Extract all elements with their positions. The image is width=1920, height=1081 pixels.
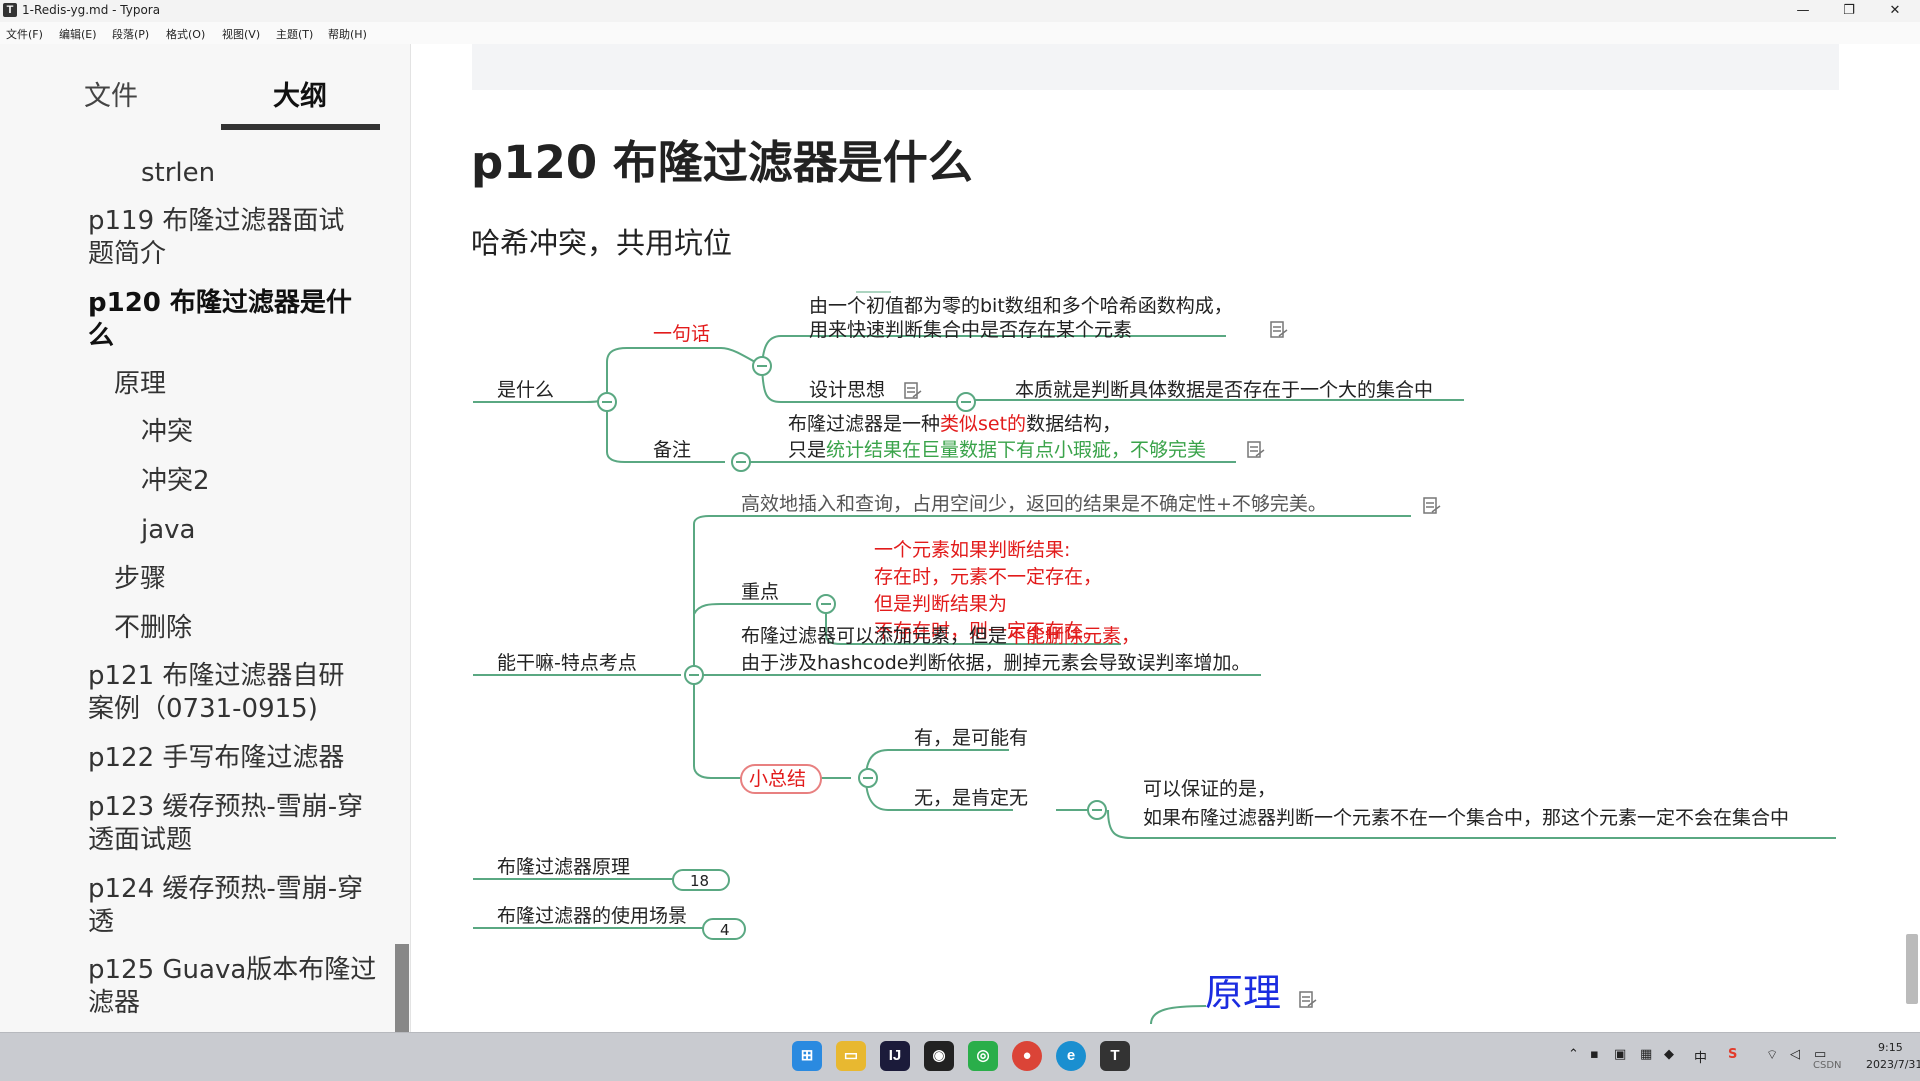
outline-item-p120[interactable]: p120 布隆过滤器是什么: [88, 287, 358, 353]
node-note-line2: 只是统计结果在巨量数据下有点小瑕疵，不够完美: [788, 439, 1206, 461]
node-what-is: 是什么: [497, 379, 554, 401]
node-add-line1: 布隆过滤器可以添加元素，但是不能删除元素，: [741, 625, 1140, 647]
title-bar: T 1-Redis-yg.md - Typora — ❐ ✕: [0, 0, 1920, 23]
outline-item-strlen[interactable]: strlen: [141, 157, 215, 190]
outline-item-p119[interactable]: p119 布隆过滤器面试题简介: [88, 205, 358, 271]
node-summary: 小总结: [749, 768, 806, 790]
node-scenarios-count: 4: [720, 921, 730, 939]
node-design-text: 本质就是判断具体数据是否存在于一个大的集合中: [1015, 379, 1433, 401]
ime-indicator[interactable]: 中: [1694, 1047, 1707, 1066]
chrome-icon[interactable]: ●: [1012, 1041, 1042, 1071]
node-features: 能干嘛-特点考点: [497, 652, 637, 674]
node-key-line2: 存在时，元素不一定存在，: [874, 566, 1102, 588]
menu-edit[interactable]: 编辑(E): [59, 26, 97, 42]
tab-outline[interactable]: 大纲: [273, 74, 327, 113]
menu-view[interactable]: 视图(V): [222, 26, 260, 42]
node-scenarios: 布隆过滤器的使用场景: [497, 905, 687, 927]
active-tab-indicator: [221, 124, 380, 130]
node-key-line3: 但是判断结果为: [874, 593, 1007, 615]
note-icon: [1423, 497, 1441, 514]
file-explorer-icon[interactable]: ▭: [836, 1041, 866, 1071]
menu-format[interactable]: 格式(O): [166, 26, 205, 42]
typora-app-icon: T: [3, 3, 17, 17]
outline-item-conflict2[interactable]: 冲突2: [141, 465, 210, 498]
outline-item-p123[interactable]: p123 缓存预热-雪崩-穿透面试题: [88, 791, 378, 857]
taskbar: ⊞ ▭ IJ ◉ ◎ ● e T ⌃ ▪ ▣ ▦ ◆ 中 S ⌔ ◁ ▭ CSD…: [0, 1032, 1920, 1081]
sogou-icon[interactable]: S: [1728, 1047, 1737, 1062]
tab-files[interactable]: 文件: [84, 74, 138, 113]
node-none: 无，是肯定无: [914, 787, 1028, 809]
qq-icon[interactable]: ◉: [924, 1041, 954, 1071]
clock-date[interactable]: 2023/7/31: [1866, 1058, 1920, 1071]
editor-scrollbar[interactable]: [1906, 934, 1918, 1004]
outline-item-java[interactable]: java: [141, 514, 195, 547]
sidebar-scrollbar[interactable]: [395, 944, 409, 1032]
editor[interactable]: p120 布隆过滤器是什么 哈希冲突，共用坑位 是什么 一句话 由一个初值都为零…: [411, 44, 1920, 1032]
node-efficient: 高效地插入和查询，占用空间少，返回的结果是不确定性+不够完美。: [741, 493, 1327, 515]
node-principle: 布隆过滤器原理: [497, 856, 630, 878]
node-has: 有，是可能有: [914, 727, 1028, 749]
outline-item-p125[interactable]: p125 Guava版本布隆过滤器: [88, 954, 378, 1020]
menu-paragraph[interactable]: 段落(P): [112, 26, 149, 42]
node-key-line1: 一个元素如果判断结果:: [874, 539, 1070, 561]
tray-app-icon[interactable]: ▣: [1614, 1047, 1626, 1062]
minimize-button[interactable]: —: [1780, 0, 1826, 22]
outline-item-p122[interactable]: p122 手写布隆过滤器: [88, 742, 344, 775]
node-definition-line2: 用来快速判断集合中是否存在某个元素: [809, 319, 1132, 341]
menu-help[interactable]: 帮助(H): [328, 26, 367, 42]
start-icon[interactable]: ⊞: [792, 1041, 822, 1071]
node-key-point: 重点: [741, 581, 779, 603]
menu-theme[interactable]: 主题(T): [276, 26, 313, 42]
sidebar: 文件 大纲 strlen p119 布隆过滤器面试题简介 p120 布隆过滤器是…: [0, 44, 411, 1032]
typora-icon[interactable]: T: [1100, 1041, 1130, 1071]
intellij-icon[interactable]: IJ: [880, 1041, 910, 1071]
clock-time[interactable]: 9:15: [1878, 1041, 1903, 1054]
node-note: 备注: [653, 439, 691, 461]
outline-item-conflict[interactable]: 冲突: [141, 416, 193, 449]
wechat-icon[interactable]: ◎: [968, 1041, 998, 1071]
note-icon: [1299, 991, 1317, 1008]
node-one-sentence: 一句话: [653, 323, 710, 345]
note-icon: [1270, 321, 1288, 338]
node-guarantee-line2: 如果布隆过滤器判断一个元素不在一个集合中，那这个元素一定不会在集合中: [1143, 807, 1789, 829]
wifi-icon[interactable]: ⌔: [1766, 1047, 1778, 1063]
note-icon: [1247, 441, 1265, 458]
outline-item-no-delete[interactable]: 不删除: [114, 612, 192, 645]
node-note-line1: 布隆过滤器是一种类似set的数据结构，: [788, 413, 1121, 435]
outline-item-p124[interactable]: p124 缓存预热-雪崩-穿透: [88, 873, 378, 939]
window-title: 1-Redis-yg.md - Typora: [22, 3, 161, 17]
node-add-line2: 由于涉及hashcode判断依据，删掉元素会导致误判率增加。: [741, 652, 1250, 674]
outline-item-p121[interactable]: p121 布隆过滤器自研案例（0731-0915): [88, 660, 358, 726]
close-button[interactable]: ✕: [1872, 0, 1918, 22]
menu-bar: 文件(F) 编辑(E) 段落(P) 格式(O) 视图(V) 主题(T) 帮助(H…: [0, 22, 1920, 44]
maximize-button[interactable]: ❐: [1826, 0, 1872, 22]
menu-file[interactable]: 文件(F): [6, 26, 43, 42]
node-guarantee-line1: 可以保证的是，: [1143, 778, 1276, 800]
tray-chevron-up-icon[interactable]: ⌃: [1568, 1047, 1579, 1062]
node-design-idea: 设计思想: [809, 379, 885, 401]
tray-app-icon[interactable]: ◆: [1664, 1047, 1674, 1062]
mindmap-image: 是什么 一句话 由一个初值都为零的bit数组和多个哈希函数构成， 用来快速判断集…: [473, 291, 1836, 1025]
node-principle-count: 18: [690, 872, 709, 890]
watermark: CSDN: [1813, 1060, 1842, 1071]
note-icon: [904, 382, 922, 399]
volume-icon[interactable]: ◁: [1790, 1047, 1800, 1062]
node-definition-line1: 由一个初值都为零的bit数组和多个哈希函数构成，: [809, 295, 1233, 317]
edge-icon[interactable]: e: [1056, 1041, 1086, 1071]
outline-item-steps[interactable]: 步骤: [114, 563, 166, 596]
tray-app-icon[interactable]: ▪: [1590, 1047, 1599, 1062]
tray-nvidia-icon[interactable]: ▦: [1640, 1047, 1652, 1062]
outline-item-principle[interactable]: 原理: [114, 368, 166, 401]
node-section-principle: 原理: [1205, 971, 1281, 1015]
